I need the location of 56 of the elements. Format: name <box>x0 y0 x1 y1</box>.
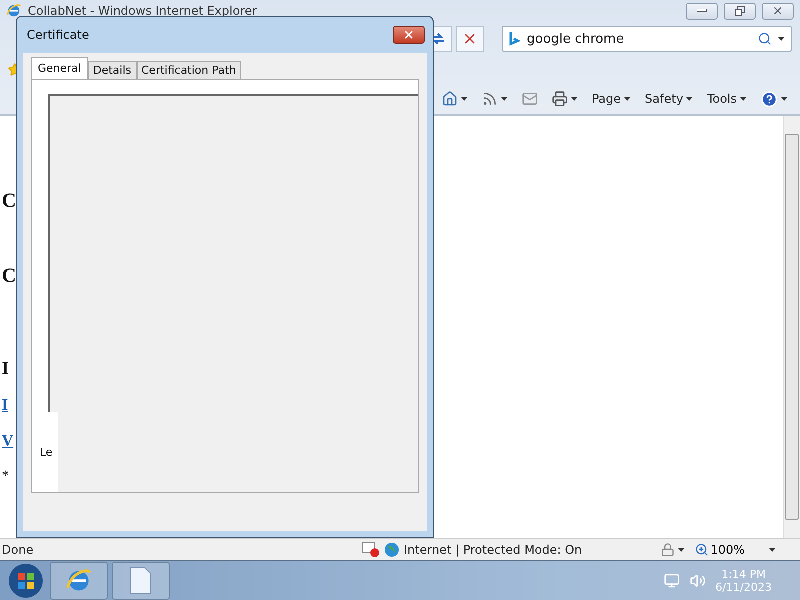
search-field[interactable]: google chrome <box>502 26 792 52</box>
caret-icon <box>678 548 685 552</box>
search-icon[interactable] <box>758 32 772 46</box>
scrollbar[interactable] <box>783 116 800 538</box>
dialog-title: Certificate <box>27 28 90 42</box>
close-icon <box>403 29 415 41</box>
caret-icon <box>460 97 468 101</box>
help-button[interactable] <box>759 88 790 110</box>
page-heading: C <box>2 190 16 213</box>
mail-icon <box>522 91 538 107</box>
page-text: * <box>2 469 9 485</box>
command-menu[interactable]: Tools <box>705 90 749 108</box>
command-menu[interactable]: Safety <box>643 90 696 108</box>
restore-icon <box>735 6 745 16</box>
printer-icon <box>552 91 568 107</box>
caret-icon <box>624 97 632 101</box>
browser-logo-icon <box>6 3 22 19</box>
caret-icon <box>500 97 508 101</box>
caret-icon <box>769 548 776 552</box>
search-provider-icon <box>509 31 521 47</box>
start-button[interactable] <box>6 562 46 600</box>
minimize-icon <box>697 9 707 13</box>
home-icon <box>442 91 458 107</box>
lock-icon <box>660 542 675 556</box>
tab[interactable]: General <box>31 57 88 80</box>
page-link[interactable]: I <box>2 397 8 415</box>
taskbar-document-button[interactable] <box>112 562 170 600</box>
zoom-icon <box>694 542 709 556</box>
document-icon <box>130 566 152 594</box>
security-zone-text: Internet | Protected Mode: On <box>404 542 582 556</box>
feed-icon <box>482 91 498 107</box>
caret-icon <box>781 97 788 101</box>
minimize-button[interactable] <box>686 2 718 20</box>
stop-button[interactable] <box>456 26 484 52</box>
print-button[interactable] <box>550 89 580 109</box>
close-button[interactable] <box>393 26 425 44</box>
page-heading: C <box>2 265 16 288</box>
panel-text: Le <box>40 446 53 458</box>
page-link[interactable]: V <box>2 433 14 451</box>
help-icon <box>761 90 778 108</box>
tab[interactable]: Details <box>88 61 136 79</box>
page-heading: I <box>2 358 10 379</box>
globe-icon <box>384 542 400 558</box>
caret-icon <box>740 97 747 101</box>
caret-icon <box>686 97 694 101</box>
restore-button[interactable] <box>724 2 756 20</box>
caret-icon <box>778 37 785 41</box>
close-icon <box>772 5 784 17</box>
blocked-page-icon <box>362 542 380 558</box>
caret-icon <box>570 97 578 101</box>
status-text: Done <box>1 542 35 556</box>
tab[interactable]: Certification Path <box>136 61 242 79</box>
command-menu[interactable]: Page <box>590 90 634 108</box>
zoom-button[interactable]: 100% <box>686 542 800 556</box>
window-title: CollabNet - Windows Internet Explorer <box>28 4 258 18</box>
close-button[interactable] <box>762 2 794 20</box>
